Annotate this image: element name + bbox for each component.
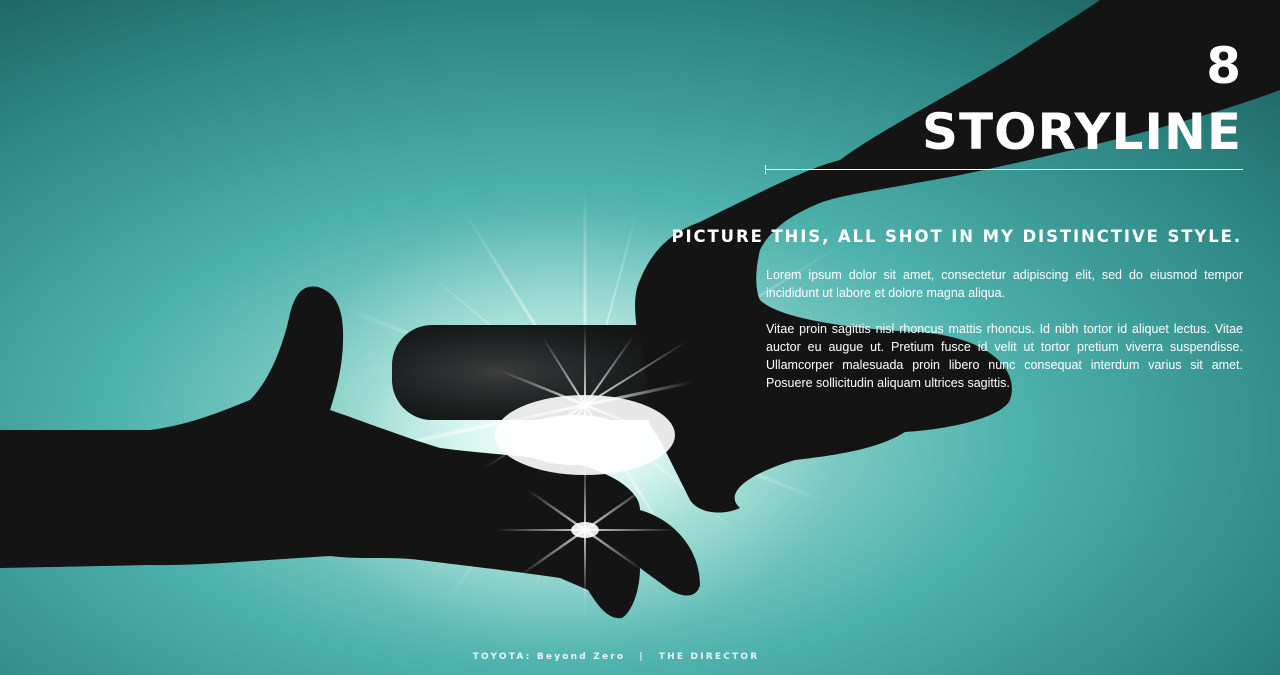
body-paragraph-2: Vitae proin sagittis nisl rhoncus mattis… xyxy=(766,322,1243,390)
footer-project: TOYOTA: Beyond Zero xyxy=(472,652,626,662)
footer: TOYOTA: Beyond Zero | THE DIRECTOR xyxy=(0,652,1232,662)
footer-separator: | xyxy=(639,652,645,662)
body-paragraph-1: Lorem ipsum dolor sit amet, consectetur … xyxy=(766,268,1243,300)
slide-subheading: PICTURE THIS, ALL SHOT IN MY DISTINCTIVE… xyxy=(671,227,1242,246)
slide-title: STORYLINE xyxy=(921,103,1242,161)
title-divider xyxy=(766,169,1243,170)
footer-role: THE DIRECTOR xyxy=(658,652,760,662)
slide-number: 8 xyxy=(1206,37,1242,95)
